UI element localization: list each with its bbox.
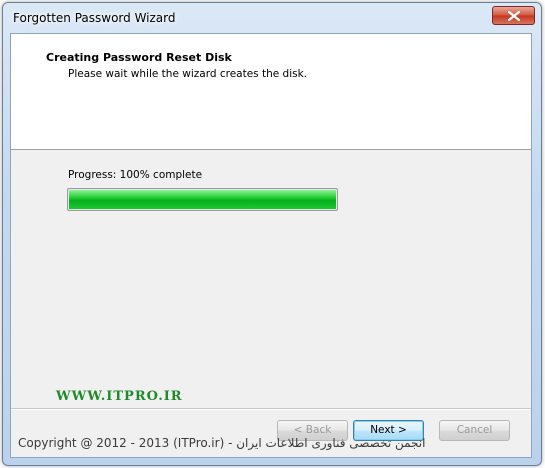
wizard-client-area: Creating Password Reset Disk Please wait… [10, 33, 532, 458]
progress-bar [67, 188, 338, 211]
page-title: Creating Password Reset Disk [46, 51, 232, 64]
copyright-watermark: Copyright @ 2012 - 2013 (ITPro.ir) - انج… [18, 436, 426, 450]
wizard-header: Creating Password Reset Disk Please wait… [11, 34, 531, 150]
window-title: Forgotten Password Wizard [13, 11, 176, 25]
close-button[interactable] [492, 6, 535, 25]
cancel-button[interactable]: Cancel [439, 420, 510, 441]
wizard-window: Forgotten Password Wizard Creating Passw… [2, 2, 542, 466]
progress-bar-fill [69, 190, 336, 209]
footer-divider [11, 408, 531, 410]
title-bar[interactable]: Forgotten Password Wizard [3, 3, 541, 33]
close-icon [508, 11, 520, 21]
page-subtitle: Please wait while the wizard creates the… [68, 68, 308, 80]
progress-label: Progress: 100% complete [68, 169, 203, 181]
watermark-url: WWW.ITPRO.IR [56, 389, 183, 404]
